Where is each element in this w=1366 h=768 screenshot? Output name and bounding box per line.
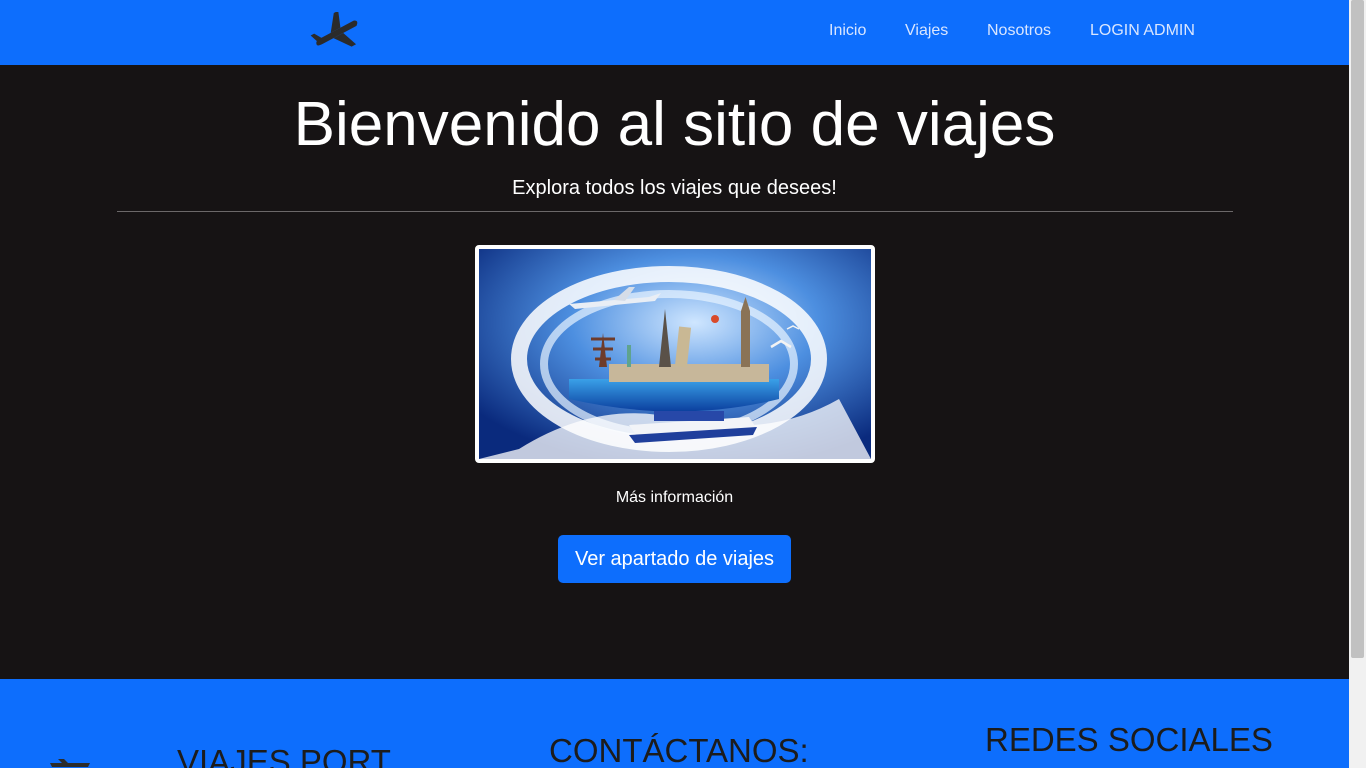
view-trips-button[interactable]: Ver apartado de viajes (558, 535, 791, 583)
nav-link-nosotros[interactable]: Nosotros (987, 22, 1051, 40)
scrollbar-thumb[interactable] (1351, 0, 1364, 658)
social-heading: REDES SOCIALES (985, 721, 1273, 758)
nav-link-viajes[interactable]: Viajes (905, 22, 948, 40)
hero-subtitle: Explora todos los viajes que desees! (512, 177, 837, 199)
navbar: Inicio Viajes Nosotros LOGIN ADMIN (0, 0, 1349, 65)
footer-brand: VIAJES PORT (177, 743, 391, 768)
airplane-icon[interactable] (310, 10, 364, 56)
travel-illustration-image (475, 245, 875, 463)
vertical-scrollbar[interactable] (1349, 0, 1366, 768)
nav-link-inicio[interactable]: Inicio (829, 22, 866, 40)
hero-title: Bienvenido al sitio de viajes (293, 90, 1056, 159)
footer: VIAJES PORT CONTÁCTANOS: REDES SOCIALES (0, 679, 1349, 768)
hero-section: Bienvenido al sitio de viajes Explora to… (0, 65, 1349, 679)
more-info-text: Más información (615, 489, 734, 506)
airplane-icon (48, 759, 92, 768)
nav-link-login-admin[interactable]: LOGIN ADMIN (1090, 22, 1195, 40)
contact-heading: CONTÁCTANOS: (549, 732, 809, 768)
divider (117, 211, 1233, 212)
